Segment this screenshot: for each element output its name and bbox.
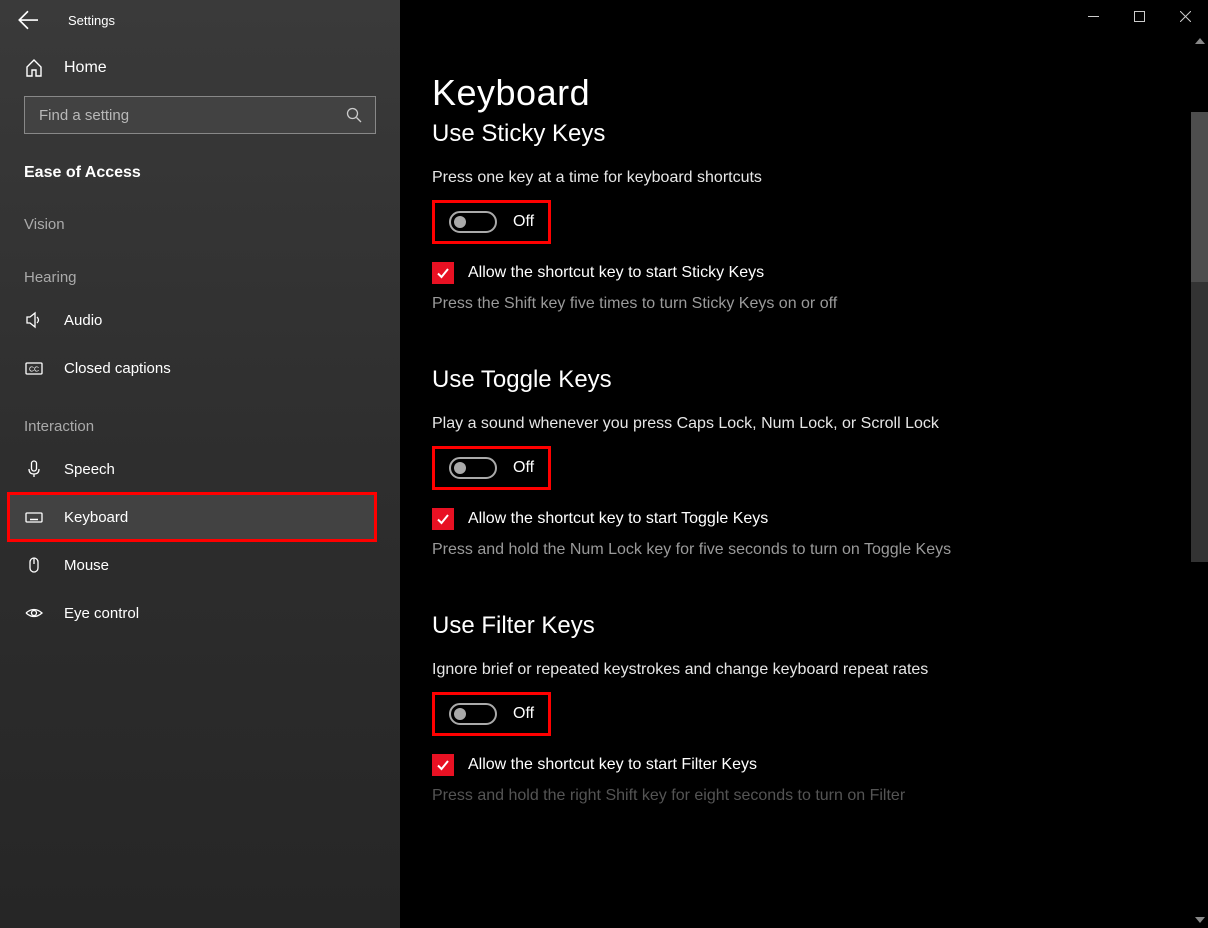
scroll-thumb[interactable] (1191, 112, 1208, 282)
section-filter-title: Use Filter Keys (432, 612, 1168, 640)
home-icon (24, 58, 44, 78)
toggle-check-row[interactable]: Allow the shortcut key to start Toggle K… (432, 508, 1168, 530)
filter-desc: Ignore brief or repeated keystrokes and … (432, 658, 992, 682)
back-button[interactable] (18, 10, 38, 30)
microphone-icon (24, 459, 44, 479)
closed-captions-icon: CC (24, 358, 44, 378)
search-icon (346, 107, 362, 123)
sidebar-item-mouse[interactable]: Mouse (0, 541, 400, 589)
sidebar-item-label: Speech (64, 461, 115, 478)
filter-toggle-highlight: Off (432, 692, 551, 736)
filter-check-row[interactable]: Allow the shortcut key to start Filter K… (432, 754, 1168, 776)
maximize-button[interactable] (1116, 0, 1162, 32)
scroll-down-icon[interactable] (1191, 911, 1208, 928)
main-pane: Keyboard Use Sticky Keys Press one key a… (400, 0, 1208, 928)
speaker-icon (24, 310, 44, 330)
sticky-subtext: Press the Shift key five times to turn S… (432, 292, 992, 316)
titlebar: Settings (0, 0, 400, 40)
group-interaction: Interaction (0, 392, 400, 445)
toggle-toggle-highlight: Off (432, 446, 551, 490)
section-sticky-title: Use Sticky Keys (432, 120, 1168, 148)
category-title: Ease of Access (0, 150, 400, 190)
sidebar-item-label: Keyboard (64, 509, 128, 526)
sidebar-home[interactable]: Home (0, 40, 400, 92)
search-input[interactable] (24, 96, 376, 134)
window-controls (1070, 0, 1208, 32)
sticky-check-row[interactable]: Allow the shortcut key to start Sticky K… (432, 262, 1168, 284)
filter-keys-toggle[interactable] (449, 703, 497, 725)
sidebar-item-label: Closed captions (64, 360, 171, 377)
toggle-desc: Play a sound whenever you press Caps Loc… (432, 412, 992, 436)
window-title: Settings (68, 13, 115, 28)
toggle-shortcut-checkbox[interactable] (432, 508, 454, 530)
toggle-keys-toggle[interactable] (449, 457, 497, 479)
keyboard-icon (24, 507, 44, 527)
close-button[interactable] (1162, 0, 1208, 32)
sidebar-item-audio[interactable]: Audio (0, 296, 400, 344)
sticky-keys-toggle[interactable] (449, 211, 497, 233)
svg-text:CC: CC (29, 367, 39, 374)
toggle-subtext: Press and hold the Num Lock key for five… (432, 538, 992, 562)
settings-sidebar: Settings Home Ease of Access Vision Hear… (0, 0, 400, 928)
home-label: Home (64, 59, 107, 77)
sidebar-item-label: Audio (64, 312, 102, 329)
section-toggle-title: Use Toggle Keys (432, 366, 1168, 394)
sticky-toggle-label: Off (513, 213, 534, 231)
sidebar-item-eye-control[interactable]: Eye control (0, 589, 400, 637)
checkmark-icon (435, 265, 451, 281)
search-wrap (24, 96, 376, 134)
sticky-check-label: Allow the shortcut key to start Sticky K… (468, 264, 764, 282)
minimize-button[interactable] (1070, 0, 1116, 32)
sticky-desc: Press one key at a time for keyboard sho… (432, 166, 992, 190)
sticky-shortcut-checkbox[interactable] (432, 262, 454, 284)
sidebar-item-label: Mouse (64, 557, 109, 574)
sidebar-item-closed-captions[interactable]: CC Closed captions (0, 344, 400, 392)
scroll-track-segment (1191, 282, 1208, 562)
toggle-check-label: Allow the shortcut key to start Toggle K… (468, 510, 768, 528)
group-hearing: Hearing (0, 243, 400, 296)
filter-shortcut-checkbox[interactable] (432, 754, 454, 776)
eye-icon (24, 603, 44, 623)
toggle-toggle-label: Off (513, 459, 534, 477)
back-arrow-icon (18, 10, 38, 30)
checkmark-icon (435, 511, 451, 527)
filter-toggle-label: Off (513, 705, 534, 723)
sidebar-item-keyboard[interactable]: Keyboard (8, 493, 376, 541)
sidebar-item-speech[interactable]: Speech (0, 445, 400, 493)
page-title: Keyboard (432, 72, 1168, 114)
sidebar-item-label: Eye control (64, 605, 139, 622)
scrollbar[interactable] (1191, 32, 1208, 928)
scroll-up-icon[interactable] (1191, 32, 1208, 49)
mouse-icon (24, 555, 44, 575)
sticky-toggle-highlight: Off (432, 200, 551, 244)
filter-check-label: Allow the shortcut key to start Filter K… (468, 756, 757, 774)
filter-subtext: Press and hold the right Shift key for e… (432, 784, 992, 808)
group-vision: Vision (0, 190, 400, 243)
checkmark-icon (435, 757, 451, 773)
